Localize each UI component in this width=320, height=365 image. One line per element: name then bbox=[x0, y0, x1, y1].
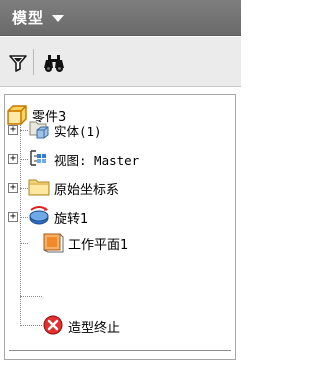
expand-toggle[interactable]: + bbox=[8, 125, 18, 135]
tree-item-label: 工作平面1 bbox=[68, 238, 129, 253]
tree-item-view-master[interactable]: 视图: Master bbox=[28, 147, 218, 171]
tree-item-revolve[interactable]: 旋转1 bbox=[28, 205, 168, 229]
end-of-part-icon bbox=[42, 314, 64, 336]
view-representation-icon bbox=[28, 147, 50, 169]
tree-connector bbox=[20, 217, 28, 218]
tree-item-solid-bodies[interactable]: 实体(1) bbox=[28, 118, 188, 142]
binoculars-find-icon[interactable] bbox=[42, 51, 66, 75]
tree-connector bbox=[20, 243, 28, 244]
expand-toggle[interactable]: + bbox=[8, 154, 18, 164]
part-cube-icon bbox=[6, 104, 28, 126]
tree-item-label: 原始坐标系 bbox=[54, 183, 120, 198]
folder-icon bbox=[28, 176, 50, 198]
work-plane-icon bbox=[42, 231, 64, 253]
tree-connector bbox=[20, 130, 28, 131]
tree-connector bbox=[20, 118, 21, 326]
tree-connector bbox=[20, 188, 28, 189]
tree-item-end-of-part[interactable]: 造型终止 bbox=[42, 314, 202, 338]
revolve-feature-icon bbox=[28, 205, 50, 227]
tree-item-work-plane[interactable]: 工作平面1 bbox=[42, 231, 202, 255]
panel-header-dropdown[interactable]: 模型 bbox=[0, 0, 241, 36]
tree-connector bbox=[20, 159, 28, 160]
toolbar-divider bbox=[33, 49, 34, 75]
filter-funnel-icon[interactable] bbox=[6, 51, 30, 75]
browser-toolbar bbox=[0, 37, 241, 87]
tree-connector bbox=[20, 325, 42, 326]
tree-item-label: 旋转1 bbox=[54, 212, 89, 227]
tree-item-label: 视图: Master bbox=[54, 153, 140, 168]
expand-toggle[interactable]: + bbox=[8, 183, 18, 193]
tree-item-label: 实体(1) bbox=[54, 124, 102, 139]
tree-connector bbox=[20, 296, 42, 297]
tree-item-label: 造型终止 bbox=[68, 321, 121, 336]
expand-toggle[interactable]: + bbox=[8, 212, 18, 222]
chevron-down-icon[interactable] bbox=[52, 15, 65, 22]
panel-title: 模型 bbox=[12, 9, 45, 27]
solid-bodies-folder-icon bbox=[28, 118, 50, 140]
tree-item-origin[interactable]: 原始坐标系 bbox=[28, 176, 198, 200]
tree-bottom-divider bbox=[9, 350, 231, 351]
